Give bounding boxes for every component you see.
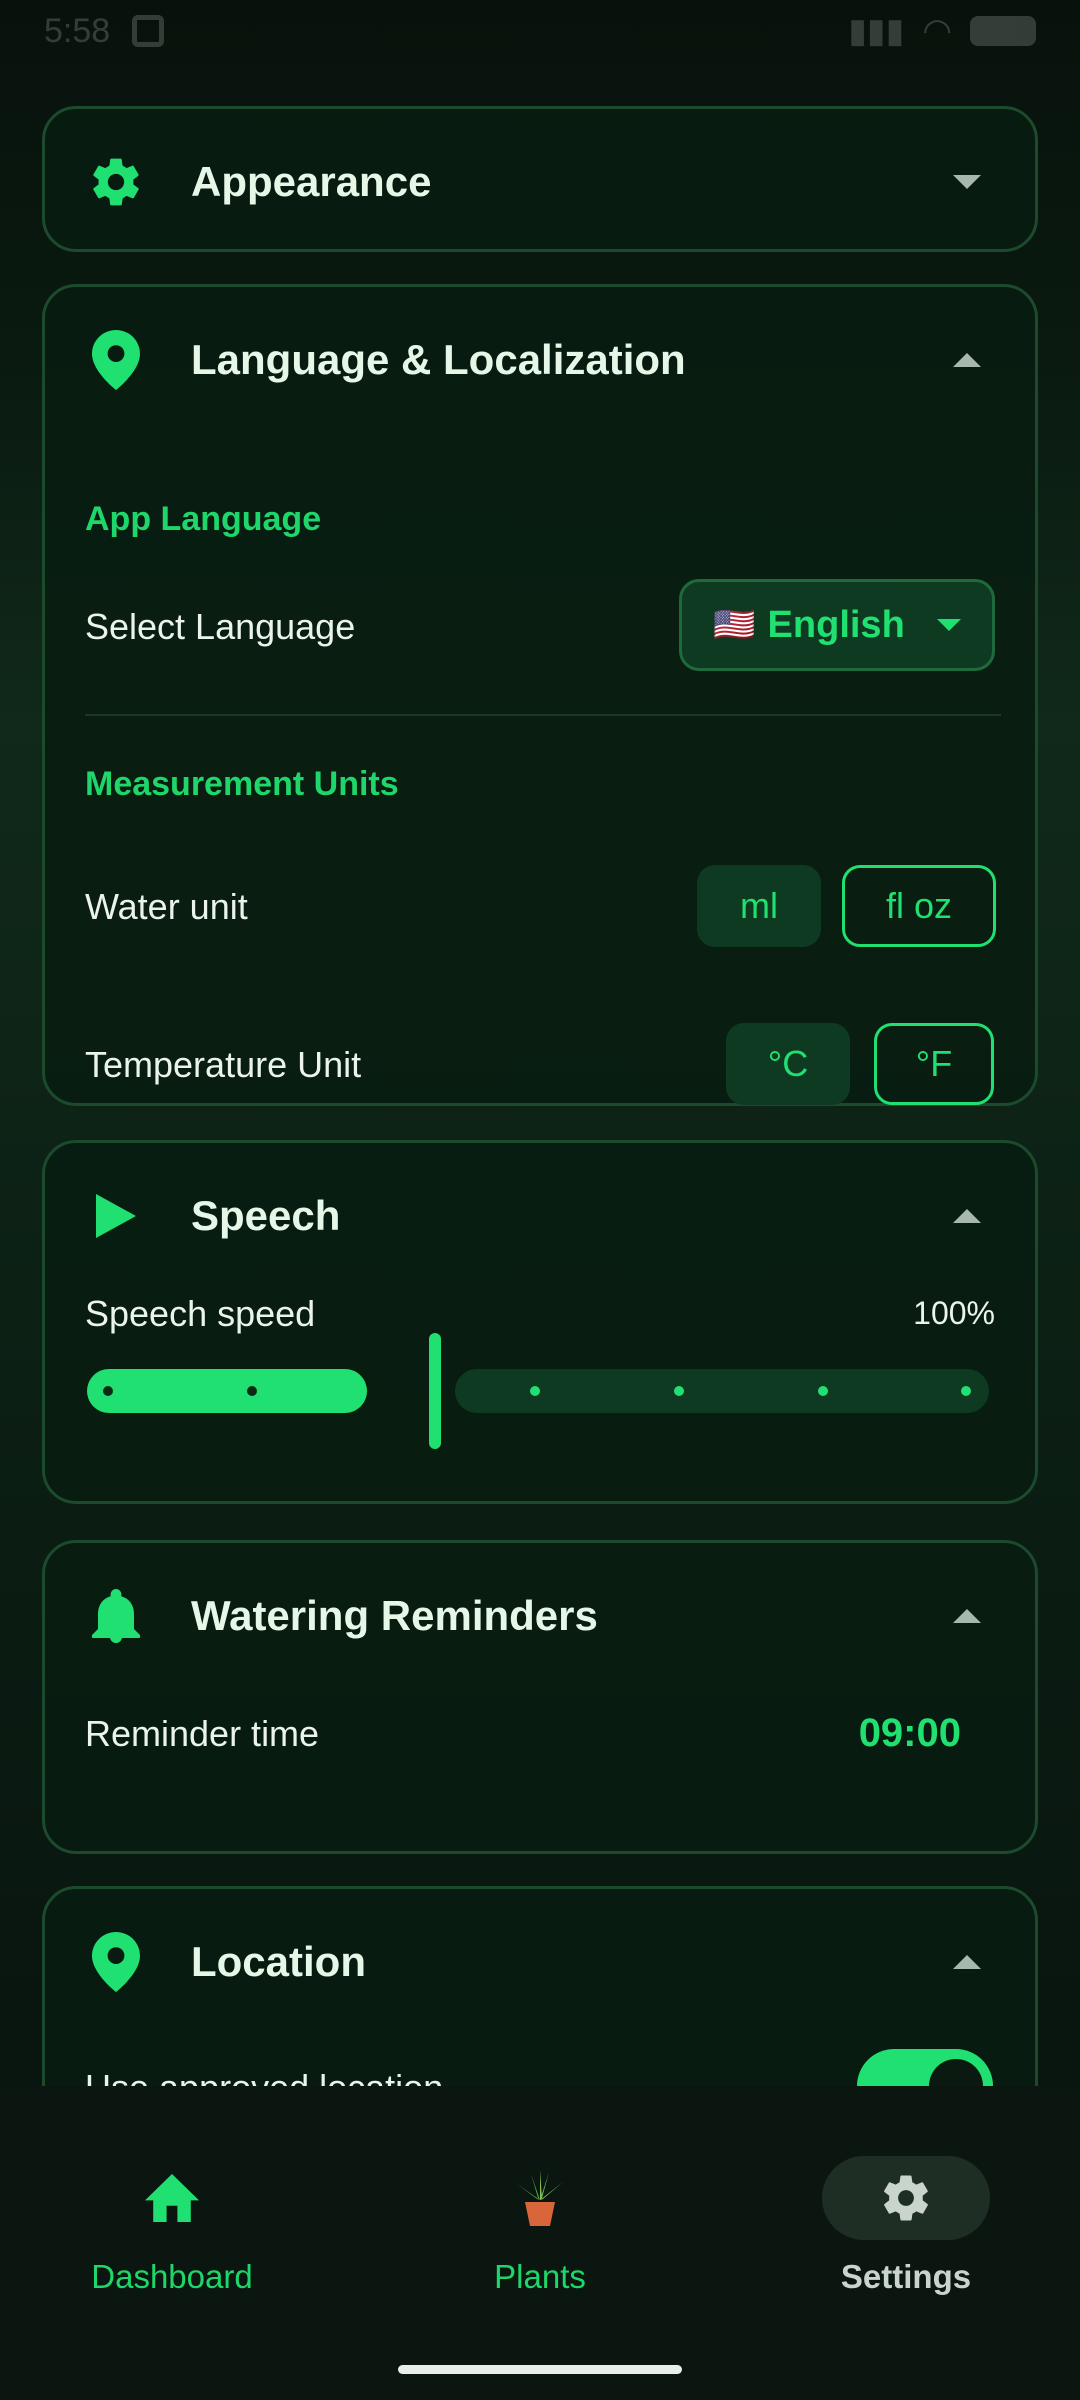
watering-reminders-header[interactable]: Watering Reminders <box>45 1543 1035 1689</box>
temperature-celsius-button[interactable]: °C <box>726 1023 850 1105</box>
home-indicator[interactable] <box>398 2365 682 2374</box>
bell-icon <box>87 1587 145 1645</box>
speech-title: Speech <box>191 1192 341 1239</box>
gear-icon <box>822 2156 990 2240</box>
bottom-navigation: Dashboard Plants Settings <box>0 2086 1080 2400</box>
battery-icon <box>970 16 1036 46</box>
plant-icon <box>456 2156 624 2240</box>
nav-label-dashboard: Dashboard <box>91 2258 253 2295</box>
chevron-up-icon[interactable] <box>953 1209 981 1223</box>
nav-item-plants[interactable]: Plants <box>390 2156 690 2316</box>
water-unit-label: Water unit <box>85 886 248 927</box>
selected-language: English <box>767 603 905 646</box>
select-language-label: Select Language <box>85 606 356 647</box>
notification-icon <box>132 15 165 47</box>
speech-speed-slider[interactable] <box>87 1333 989 1449</box>
location-pin-icon <box>87 330 145 390</box>
chevron-down-icon[interactable] <box>953 175 981 189</box>
water-unit-ml-button[interactable]: ml <box>697 865 821 947</box>
divider <box>85 714 1001 716</box>
play-icon <box>87 1187 145 1245</box>
slider-tick <box>674 1386 684 1396</box>
slider-thumb[interactable] <box>429 1333 441 1449</box>
signal-icon: ▮▮▮ <box>848 12 905 50</box>
status-time: 5:58 <box>44 11 111 50</box>
location-card[interactable]: Location Use approved location <box>42 1886 1038 2086</box>
nav-item-settings[interactable]: Settings <box>756 2156 1056 2316</box>
nav-label-settings: Settings <box>840 2258 972 2295</box>
slider-tick <box>103 1386 113 1396</box>
location-toggle[interactable] <box>857 2049 993 2086</box>
location-pin-icon <box>87 1932 145 1992</box>
slider-tick <box>961 1386 971 1396</box>
chevron-up-icon[interactable] <box>953 1609 981 1623</box>
location-header[interactable]: Location <box>45 1889 1035 2035</box>
appearance-title: Appearance <box>191 158 432 205</box>
speech-speed-label: Speech speed <box>85 1293 316 1334</box>
watering-reminders-card[interactable]: Watering Reminders Reminder time 09:00 <box>42 1540 1038 1854</box>
location-title: Location <box>191 1938 366 1985</box>
slider-tick <box>530 1386 540 1396</box>
us-flag-icon: 🇺🇸 <box>713 606 756 644</box>
language-dropdown[interactable]: 🇺🇸 English <box>679 579 995 671</box>
appearance-card[interactable]: Appearance <box>42 106 1038 252</box>
reminder-time-value[interactable]: 09:00 <box>859 1711 961 1756</box>
settings-scroll-area[interactable]: Appearance Language & Localization App L… <box>0 62 1080 2086</box>
gear-icon <box>87 153 145 211</box>
water-unit-floz-button[interactable]: fl oz <box>842 865 996 947</box>
nav-label-plants: Plants <box>494 2258 586 2295</box>
language-card[interactable]: Language & Localization App Language Sel… <box>42 284 1038 1106</box>
app-language-label: App Language <box>85 500 322 538</box>
language-header[interactable]: Language & Localization <box>45 287 1035 433</box>
dropdown-caret-icon <box>936 619 961 631</box>
measurement-units-label: Measurement Units <box>85 765 399 803</box>
status-bar: 5:58 ▮▮▮ ◠ <box>0 0 1080 62</box>
speech-card[interactable]: Speech Speech speed 100% <box>42 1140 1038 1504</box>
language-title: Language & Localization <box>191 336 686 383</box>
nav-item-dashboard[interactable]: Dashboard <box>22 2156 322 2316</box>
location-toggle-label: Use approved location <box>85 2067 443 2086</box>
speech-speed-value: 100% <box>913 1295 995 1331</box>
home-icon <box>88 2156 256 2240</box>
reminder-time-label: Reminder time <box>85 1713 320 1754</box>
appearance-header[interactable]: Appearance <box>45 109 1035 255</box>
toggle-knob <box>929 2059 983 2086</box>
wifi-icon: ◠ <box>922 12 952 50</box>
watering-reminders-title: Watering Reminders <box>191 1592 598 1639</box>
slider-tick <box>247 1386 257 1396</box>
slider-tick <box>818 1386 828 1396</box>
speech-header[interactable]: Speech <box>45 1143 1035 1289</box>
chevron-up-icon[interactable] <box>953 1955 981 1969</box>
chevron-up-icon[interactable] <box>953 353 981 367</box>
temperature-fahrenheit-button[interactable]: °F <box>874 1023 994 1105</box>
temperature-unit-label: Temperature Unit <box>85 1044 362 1085</box>
slider-fill <box>87 1369 367 1413</box>
